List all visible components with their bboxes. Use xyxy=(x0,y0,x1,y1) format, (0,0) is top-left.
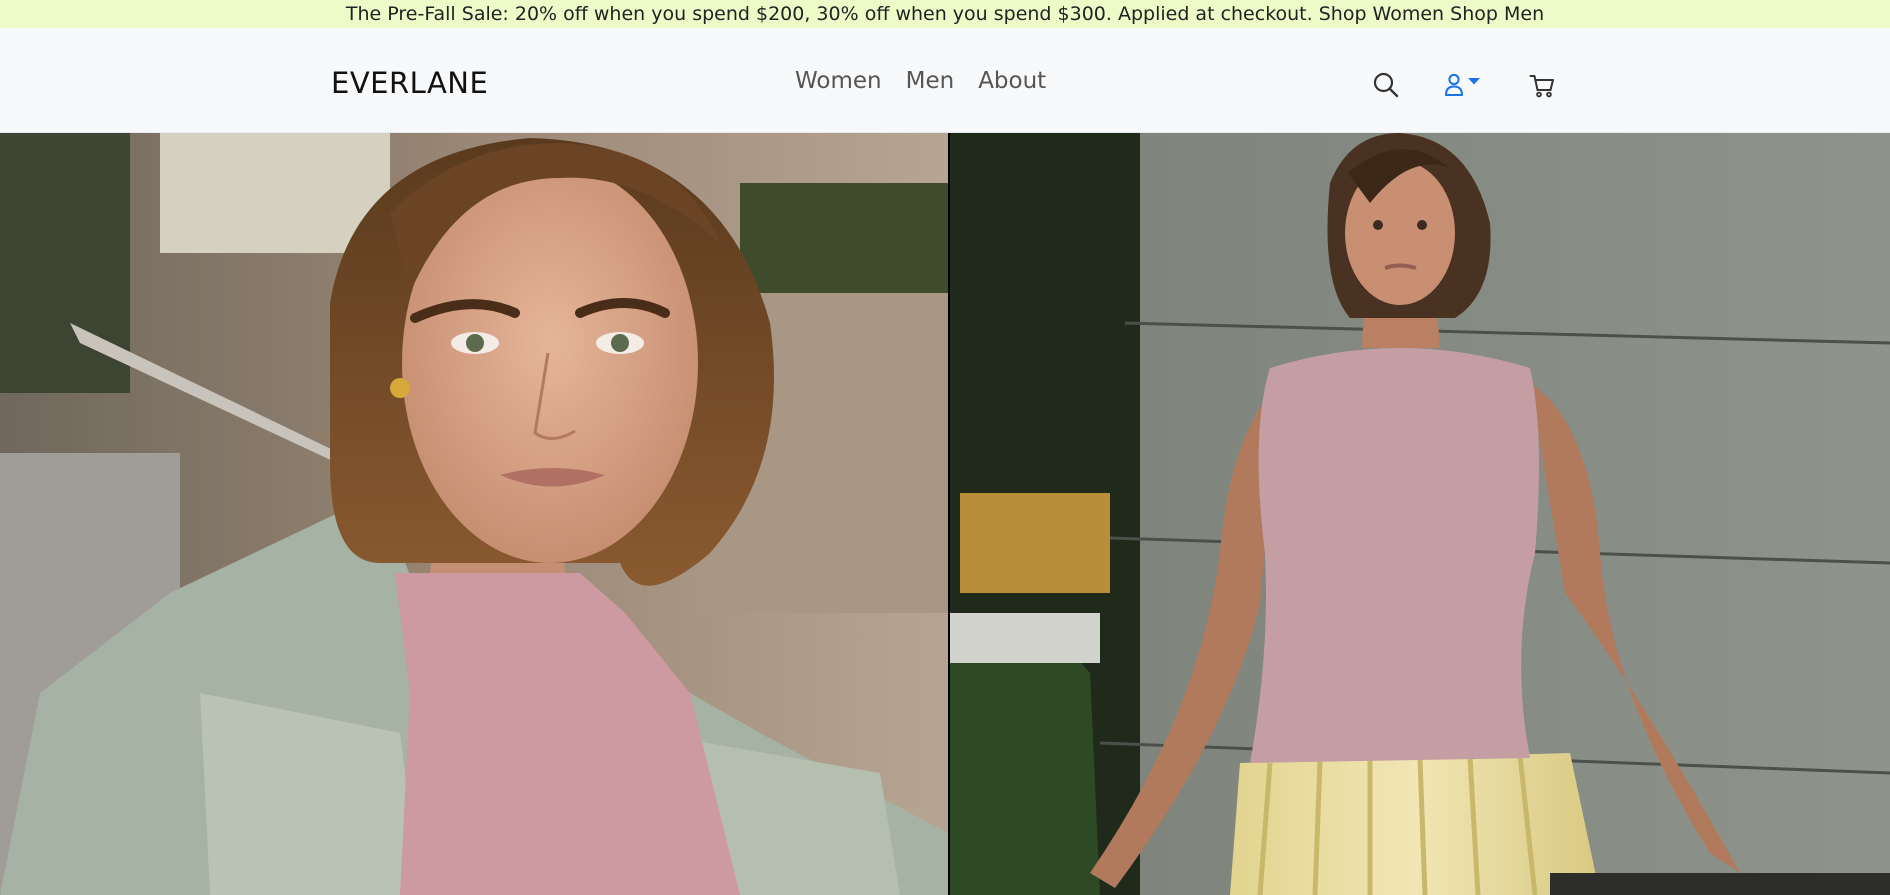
hero-image-left[interactable] xyxy=(0,133,948,895)
promo-text: The Pre-Fall Sale: 20% off when you spen… xyxy=(345,3,1313,25)
shop-men-link[interactable]: Shop Men xyxy=(1450,3,1544,25)
shop-women-link[interactable]: Shop Women xyxy=(1319,3,1444,25)
cart-icon[interactable] xyxy=(1528,71,1556,99)
search-icon[interactable] xyxy=(1372,71,1400,99)
brand-logo[interactable]: EVERLANE xyxy=(331,66,488,100)
nav-women[interactable]: Women xyxy=(795,68,882,94)
caret-down-icon xyxy=(1468,78,1480,85)
nav-about[interactable]: About xyxy=(978,68,1046,94)
user-icon xyxy=(1445,73,1463,96)
hero-image-right[interactable] xyxy=(950,133,1890,895)
header: EVERLANE Women Men About xyxy=(0,28,1890,133)
nav-men[interactable]: Men xyxy=(906,68,955,94)
promo-banner: The Pre-Fall Sale: 20% off when you spen… xyxy=(0,0,1890,28)
main-nav: Women Men About xyxy=(795,68,1046,94)
account-button[interactable] xyxy=(1444,71,1490,99)
hero xyxy=(0,133,1890,895)
